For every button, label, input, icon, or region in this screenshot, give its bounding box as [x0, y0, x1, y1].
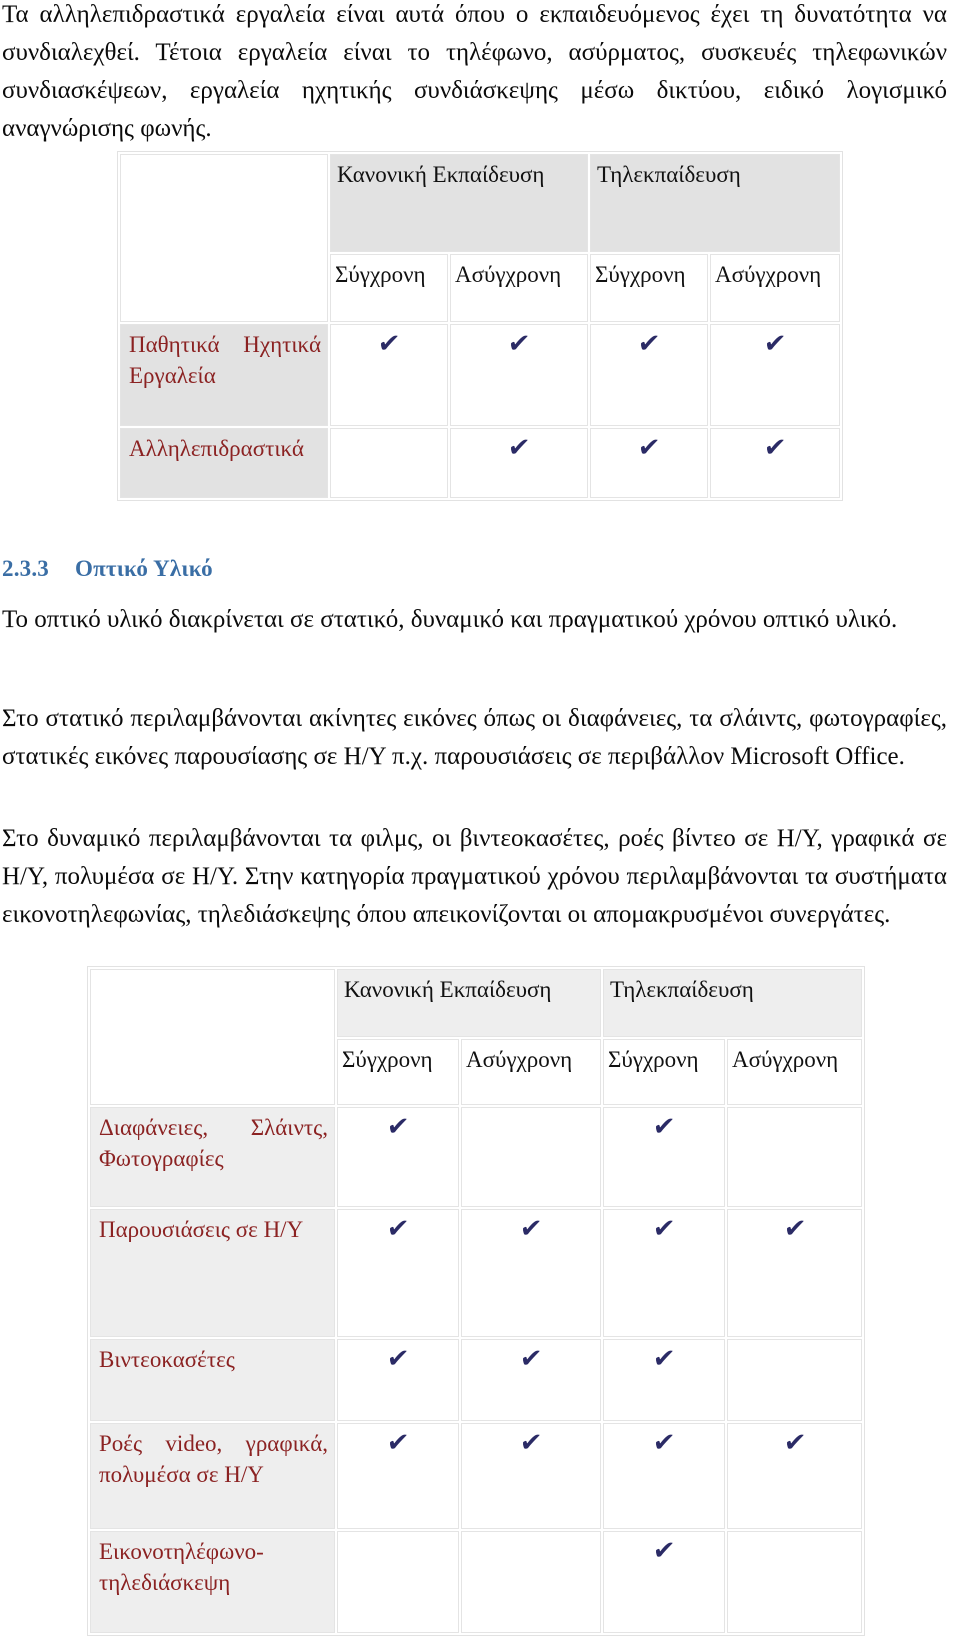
- cell-check: ✔: [727, 1209, 863, 1337]
- cell-check: ✔: [603, 1423, 725, 1529]
- section-heading-number: 2.3.3: [2, 556, 49, 581]
- sub-header-synchronous-distance: Σύγχρονη: [590, 254, 708, 322]
- table-row: Βιντεοκασέτες ✔ ✔ ✔ ✔: [90, 1339, 863, 1421]
- row-label-slides-photos: Διαφάνειες, Σλάιντς, Φωτογραφίες: [90, 1107, 335, 1207]
- cell-check: ✔: [603, 1209, 725, 1337]
- check-icon: ✔: [518, 1428, 544, 1458]
- check-icon: ✔: [385, 1112, 411, 1142]
- check-icon: ✔: [518, 1214, 544, 1244]
- check-icon: ✔: [651, 1214, 677, 1244]
- cell-empty: ✔: [461, 1531, 601, 1633]
- check-icon: ✔: [651, 1536, 677, 1566]
- cell-check: ✔: [337, 1339, 459, 1421]
- check-icon: ✔: [762, 433, 788, 463]
- cell-check: ✔: [590, 428, 708, 498]
- table-corner-cell: [90, 969, 335, 1105]
- sub-header-asynchronous-normal: Ασύγχρονη: [450, 254, 588, 322]
- cell-empty: ✔: [330, 428, 448, 498]
- sub-header-asynchronous-distance: Ασύγχρονη: [727, 1039, 863, 1105]
- cell-check: ✔: [603, 1531, 725, 1633]
- sub-header-synchronous-normal: Σύγχρονη: [337, 1039, 459, 1105]
- sub-header-synchronous-distance: Σύγχρονη: [603, 1039, 725, 1105]
- group-header-distance-education: Τηλεκπαίδευση: [603, 969, 863, 1037]
- group-header-normal-education: Κανονική Εκπαίδευση: [337, 969, 601, 1037]
- cell-check: ✔: [337, 1209, 459, 1337]
- document-page: Τα αλληλεπιδραστικά εργαλεία είναι αυτά …: [0, 0, 960, 1636]
- check-icon: ✔: [651, 1428, 677, 1458]
- paragraph-dynamic-material: Στο δυναμικό περιλαμβάνονται τα φιλμς, ο…: [2, 825, 947, 928]
- check-icon: ✔: [506, 329, 532, 359]
- check-icon: ✔: [636, 433, 662, 463]
- row-label-videotapes: Βιντεοκασέτες: [90, 1339, 335, 1421]
- check-icon: ✔: [385, 1428, 411, 1458]
- visual-material-table: Κανονική Εκπαίδευση Τηλεκπαίδευση Σύγχρο…: [87, 966, 866, 1636]
- sub-header-asynchronous-distance: Ασύγχρονη: [710, 254, 841, 322]
- cell-check: ✔: [461, 1423, 601, 1529]
- check-icon: ✔: [651, 1344, 677, 1374]
- cell-check: ✔: [450, 324, 588, 426]
- table-header-row-groups: Κανονική Εκπαίδευση Τηλεκπαίδευση: [90, 969, 863, 1105]
- cell-check: ✔: [337, 1107, 459, 1207]
- table-row: Παρουσιάσεις σε Η/Υ ✔ ✔ ✔ ✔: [90, 1209, 863, 1337]
- row-label-interactive: Αλληλεπιδραστικά: [120, 428, 328, 498]
- table-header-row-groups: Κανονική Εκπαίδευση Τηλεκπαίδευση: [120, 154, 841, 322]
- check-icon: ✔: [782, 1428, 807, 1458]
- check-icon: ✔: [506, 433, 532, 463]
- sub-header-asynchronous-normal: Ασύγχρονη: [461, 1039, 601, 1105]
- cell-empty: ✔: [727, 1107, 863, 1207]
- row-label-passive-audio-tools: Παθητικά Ηχητικά Εργαλεία: [120, 324, 328, 426]
- section-heading: 2.3.3 Οπτικό Υλικό: [2, 556, 213, 582]
- sub-header-synchronous-normal: Σύγχρονη: [330, 254, 448, 322]
- row-label-presentations-pc: Παρουσιάσεις σε Η/Υ: [90, 1209, 335, 1337]
- section-heading-title: Οπτικό Υλικό: [75, 556, 213, 581]
- check-icon: ✔: [762, 329, 788, 359]
- group-header-normal-education: Κανονική Εκπαίδευση: [330, 154, 588, 252]
- paragraph-visual-material-intro: Το οπτικό υλικό διακρίνεται σε στατικό, …: [2, 606, 898, 633]
- cell-check: ✔: [710, 324, 841, 426]
- cell-check: ✔: [461, 1339, 601, 1421]
- check-icon: ✔: [636, 329, 662, 359]
- cell-empty: ✔: [727, 1531, 863, 1633]
- cell-check: ✔: [603, 1107, 725, 1207]
- paragraph-static-material: Στο στατικό περιλαμβάνονται ακίνητες εικ…: [2, 705, 947, 770]
- row-label-video-streams-graphics: Ροές video, γραφικά, πολυμέσα σε Η/Υ: [90, 1423, 335, 1529]
- cell-empty: ✔: [727, 1339, 863, 1421]
- cell-check: ✔: [710, 428, 841, 498]
- table-row: Διαφάνειες, Σλάιντς, Φωτογραφίες ✔ ✔ ✔ ✔: [90, 1107, 863, 1207]
- table-row: Παθητικά Ηχητικά Εργαλεία ✔ ✔ ✔ ✔: [120, 324, 841, 426]
- cell-check: ✔: [330, 324, 448, 426]
- cell-empty: ✔: [461, 1107, 601, 1207]
- cell-check: ✔: [461, 1209, 601, 1337]
- cell-check: ✔: [337, 1423, 459, 1529]
- check-icon: ✔: [651, 1112, 677, 1142]
- check-icon: ✔: [385, 1214, 411, 1244]
- check-icon: ✔: [782, 1214, 807, 1244]
- cell-empty: ✔: [337, 1531, 459, 1633]
- check-icon: ✔: [385, 1344, 411, 1374]
- check-icon: ✔: [518, 1344, 544, 1374]
- table-row: Αλληλεπιδραστικά ✔ ✔ ✔ ✔: [120, 428, 841, 498]
- table-row: Ροές video, γραφικά, πολυμέσα σε Η/Υ ✔ ✔…: [90, 1423, 863, 1529]
- cell-check: ✔: [450, 428, 588, 498]
- cell-check: ✔: [727, 1423, 863, 1529]
- check-icon: ✔: [376, 329, 402, 359]
- table-corner-cell: [120, 154, 328, 322]
- audio-tools-table: Κανονική Εκπαίδευση Τηλεκπαίδευση Σύγχρο…: [117, 151, 844, 501]
- cell-check: ✔: [603, 1339, 725, 1421]
- group-header-distance-education: Τηλεκπαίδευση: [590, 154, 841, 252]
- cell-check: ✔: [590, 324, 708, 426]
- intro-paragraph: Τα αλληλεπιδραστικά εργαλεία είναι αυτά …: [2, 1, 947, 142]
- table-row: Εικονοτηλέφωνο-τηλεδιάσκεψη ✔ ✔ ✔ ✔: [90, 1531, 863, 1633]
- row-label-videophone-conference: Εικονοτηλέφωνο-τηλεδιάσκεψη: [90, 1531, 335, 1633]
